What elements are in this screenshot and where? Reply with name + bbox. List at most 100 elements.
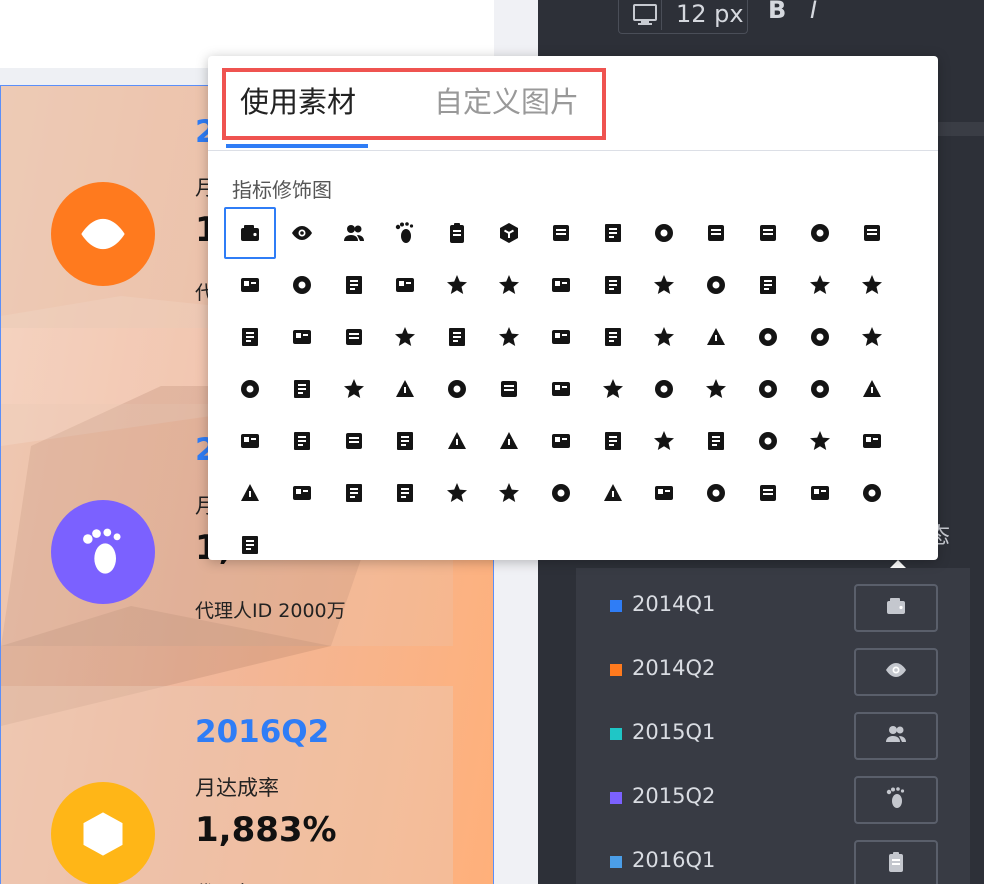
italic-button[interactable]: I: [810, 0, 817, 24]
recycle-icon[interactable]: [690, 415, 742, 467]
bold-button[interactable]: B: [768, 0, 786, 24]
search-file-icon[interactable]: [224, 519, 276, 571]
legend-item[interactable]: 2015Q1: [576, 712, 970, 760]
heart-icon[interactable]: [638, 311, 690, 363]
layers-icon[interactable]: [535, 259, 587, 311]
legend-color-swatch: [610, 600, 622, 612]
card-label: 月达成率: [195, 776, 279, 800]
star-flag-icon[interactable]: [276, 363, 328, 415]
notepad-icon[interactable]: [794, 207, 846, 259]
legend-name: 2015Q2: [632, 784, 716, 808]
eye-icon[interactable]: [276, 207, 328, 259]
legend-item[interactable]: 2014Q1: [576, 584, 970, 632]
box-icon[interactable]: [379, 259, 431, 311]
network-icon[interactable]: [846, 259, 898, 311]
font-size-value[interactable]: 12 px: [676, 0, 744, 28]
asterisk-icon[interactable]: [690, 467, 742, 519]
copy-icon[interactable]: [276, 467, 328, 519]
globe-pin-icon[interactable]: [431, 415, 483, 467]
home-alt-icon[interactable]: [328, 467, 380, 519]
bar-chart-icon[interactable]: [587, 311, 639, 363]
palette-icon[interactable]: [379, 467, 431, 519]
building-icon[interactable]: [587, 415, 639, 467]
table-icon[interactable]: [587, 259, 639, 311]
share-icon[interactable]: [483, 415, 535, 467]
alarm-icon[interactable]: [690, 311, 742, 363]
frame-icon[interactable]: [587, 467, 639, 519]
trend-icon[interactable]: [742, 311, 794, 363]
legend-item[interactable]: 2016Q1: [576, 840, 970, 884]
list-alt-icon[interactable]: [483, 467, 535, 519]
flag-icon[interactable]: [535, 363, 587, 415]
expand-icon[interactable]: [379, 311, 431, 363]
shield-icon[interactable]: [846, 415, 898, 467]
tools-icon[interactable]: [587, 207, 639, 259]
dollar-doc-icon[interactable]: [224, 311, 276, 363]
cloud-icon[interactable]: [535, 207, 587, 259]
org-chart-icon[interactable]: [638, 207, 690, 259]
aperture-icon[interactable]: [483, 363, 535, 415]
cube-icon[interactable]: [483, 207, 535, 259]
user-icon[interactable]: [431, 311, 483, 363]
users-icon[interactable]: [328, 207, 380, 259]
scan-icon[interactable]: [794, 311, 846, 363]
inbox-icon[interactable]: [224, 467, 276, 519]
gavel-icon[interactable]: [276, 415, 328, 467]
star-icon[interactable]: [379, 415, 431, 467]
monitor-icon[interactable]: [628, 0, 662, 30]
growth-icon[interactable]: [846, 467, 898, 519]
globe-icon[interactable]: [742, 415, 794, 467]
home-icon[interactable]: [224, 415, 276, 467]
legend-name: 2014Q1: [632, 592, 716, 616]
code-icon[interactable]: [276, 259, 328, 311]
exchange-icon[interactable]: [431, 467, 483, 519]
edit-doc-icon[interactable]: [742, 207, 794, 259]
crown-icon[interactable]: [224, 363, 276, 415]
baby-icon[interactable]: [846, 207, 898, 259]
cylinder-icon[interactable]: [794, 467, 846, 519]
vs-icon[interactable]: [379, 363, 431, 415]
icon-select-button[interactable]: [854, 840, 938, 884]
target-icon[interactable]: [535, 311, 587, 363]
bus-icon[interactable]: [794, 415, 846, 467]
clover-icon[interactable]: [638, 467, 690, 519]
legend-item[interactable]: 2015Q2: [576, 776, 970, 824]
database-icon[interactable]: [690, 207, 742, 259]
laptop-icon[interactable]: [328, 259, 380, 311]
new-badge-icon[interactable]: [535, 467, 587, 519]
document-icon[interactable]: [846, 311, 898, 363]
pulse-icon[interactable]: [328, 363, 380, 415]
sun-icon[interactable]: [328, 415, 380, 467]
apps-icon[interactable]: [742, 363, 794, 415]
pie-chart-icon[interactable]: [690, 363, 742, 415]
calendar-list-icon[interactable]: [535, 415, 587, 467]
link-icon[interactable]: [224, 259, 276, 311]
plane-icon[interactable]: [794, 363, 846, 415]
cursor-icon[interactable]: [794, 259, 846, 311]
icon-select-button[interactable]: [854, 776, 938, 824]
icon-select-button[interactable]: [854, 712, 938, 760]
zoom-in-icon[interactable]: [328, 311, 380, 363]
line-chart-icon[interactable]: [431, 363, 483, 415]
wallet-icon[interactable]: [224, 207, 276, 259]
clipboard-icon[interactable]: [431, 207, 483, 259]
tag-icon[interactable]: [587, 363, 639, 415]
list-icon[interactable]: [431, 259, 483, 311]
store-icon[interactable]: [638, 415, 690, 467]
grid-cross-icon[interactable]: [638, 363, 690, 415]
icon-select-button[interactable]: [854, 584, 938, 632]
tab-custom-image[interactable]: 自定义图片: [434, 82, 579, 122]
contact-icon[interactable]: [276, 311, 328, 363]
checklist-icon[interactable]: [638, 259, 690, 311]
legend-item[interactable]: 2014Q2: [576, 648, 970, 696]
icon-select-button[interactable]: [854, 648, 938, 696]
tab-use-material[interactable]: 使用素材: [240, 82, 356, 122]
search-doc-icon[interactable]: [483, 259, 535, 311]
card-value: 1,883%: [195, 810, 337, 850]
file-icon[interactable]: [742, 467, 794, 519]
id-card-icon[interactable]: [742, 259, 794, 311]
footprint-icon[interactable]: [379, 207, 431, 259]
money-icon[interactable]: [846, 363, 898, 415]
dashboard-icon[interactable]: [483, 311, 535, 363]
team-icon[interactable]: [690, 259, 742, 311]
